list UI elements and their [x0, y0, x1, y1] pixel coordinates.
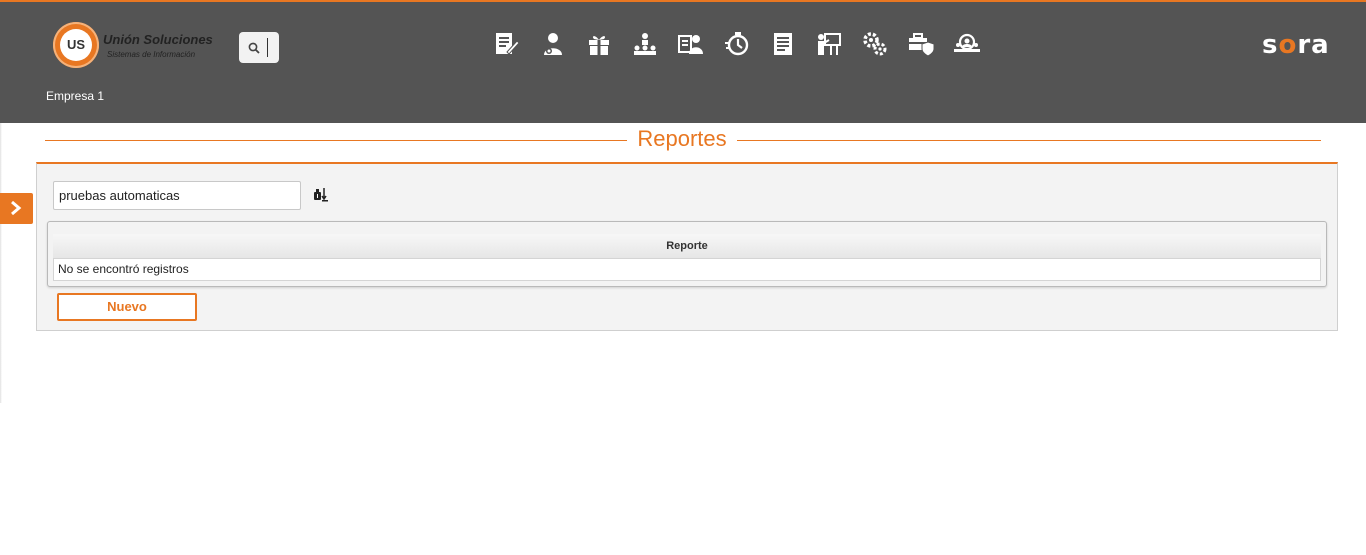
document-edit-icon[interactable] — [493, 30, 521, 58]
title-divider-left — [45, 140, 627, 141]
user-id-icon[interactable] — [677, 30, 705, 58]
title-divider-right — [737, 140, 1321, 141]
logo-badge: US — [53, 22, 99, 68]
report-list-icon[interactable] — [769, 30, 797, 58]
logo-subtitle: Sistemas de Información — [107, 50, 196, 59]
chevron-right-icon — [11, 201, 22, 215]
brand-prefix: s — [1262, 30, 1279, 60]
new-report-button[interactable]: Nuevo — [57, 293, 197, 321]
reports-table: Reporte No se encontró registros — [47, 221, 1327, 287]
gift-icon[interactable] — [585, 30, 613, 58]
logo-badge-text: US — [60, 29, 92, 61]
sidebar-edge — [0, 123, 2, 403]
brand-logo: sora — [1262, 30, 1330, 60]
user-settings-icon[interactable] — [539, 30, 567, 58]
presentation-icon[interactable] — [815, 30, 843, 58]
reports-panel: pruebas automaticas Reporte No se encont… — [36, 162, 1338, 331]
brand-suffix: ra — [1297, 30, 1330, 60]
search-icon — [248, 42, 260, 54]
top-header: US Unión Soluciones Sistemas de Informac… — [0, 0, 1366, 123]
sidebar-toggle-button[interactable] — [0, 193, 33, 224]
page-title-row: Reportes — [45, 126, 1321, 156]
empty-table-row: No se encontró registros — [53, 258, 1321, 281]
toolbox-shield-icon[interactable] — [907, 30, 935, 58]
logo-title: Unión Soluciones — [103, 32, 213, 47]
column-header-reporte[interactable]: Reporte — [53, 234, 1321, 258]
search-button[interactable] — [239, 32, 279, 63]
people-search-icon[interactable] — [953, 30, 981, 58]
gears-icon[interactable] — [861, 30, 889, 58]
sort-filter-icon[interactable] — [313, 186, 329, 202]
search-caret — [267, 38, 268, 57]
page-title: Reportes — [637, 126, 727, 151]
timer-icon[interactable] — [723, 30, 751, 58]
company-logo[interactable]: US Unión Soluciones Sistemas de Informac… — [53, 22, 223, 70]
company-name[interactable]: Empresa 1 — [46, 89, 104, 103]
brand-accent: o — [1278, 30, 1298, 60]
hierarchy-icon[interactable] — [631, 30, 659, 58]
report-filter-input[interactable]: pruebas automaticas — [53, 181, 301, 210]
